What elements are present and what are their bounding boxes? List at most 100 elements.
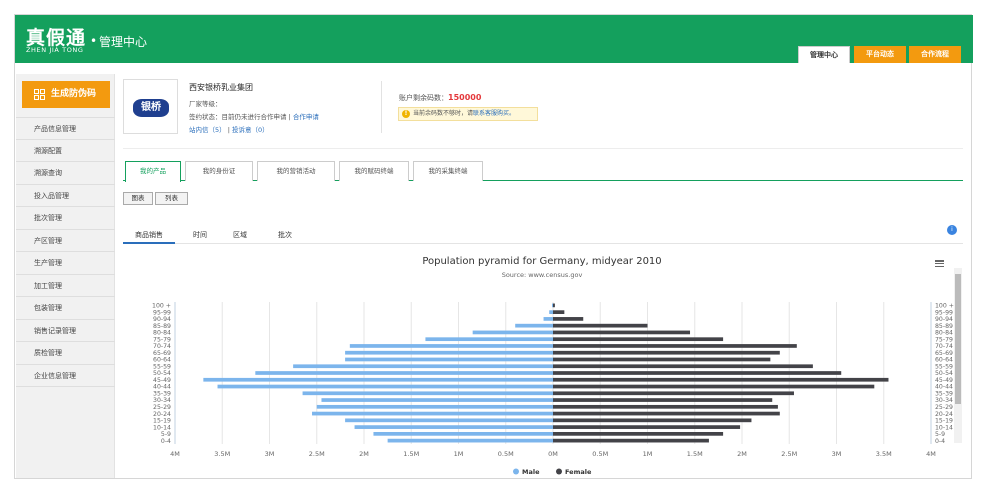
y-tick-label-right: 65-69 <box>935 350 953 357</box>
apply-cooperation-link[interactable]: 合作申请 <box>293 113 319 121</box>
subtab-batch[interactable]: 批次 <box>278 230 292 240</box>
sidebar-item-quality[interactable]: 质检管理 <box>16 342 115 365</box>
bar-female <box>553 411 780 416</box>
top-tab-news[interactable]: 平台动态 <box>854 46 906 63</box>
bar-female <box>553 350 780 355</box>
low-balance-warning: ! 当前余码数不够时，请联系客服购买。 <box>398 107 538 121</box>
x-tick-label: 2M <box>359 450 369 458</box>
bar-male <box>373 431 553 436</box>
bar-male <box>312 411 553 416</box>
chart-container: Population pyramid for Germany, midyear … <box>119 251 965 477</box>
grid-icon <box>34 89 45 100</box>
view-table-button[interactable]: 列表 <box>155 192 188 205</box>
view-chart-button[interactable]: 图表 <box>123 192 153 205</box>
x-tick-label: 2M <box>737 450 747 458</box>
bar-female <box>553 323 648 328</box>
legend-label-female: Female <box>565 468 592 476</box>
y-tick-label-right: 50-54 <box>935 370 953 377</box>
subtab-region[interactable]: 区域 <box>233 230 247 240</box>
sidebar-item-trace-config[interactable]: 溯源配置 <box>16 140 115 162</box>
y-tick-label-left: 60-64 <box>153 357 171 364</box>
y-tick-label-left: 30-34 <box>153 397 171 404</box>
balance-value: 150000 <box>448 93 482 102</box>
active-subtab-indicator <box>123 242 175 244</box>
top-tab-management[interactable]: 管理中心 <box>798 46 850 63</box>
info-icon[interactable]: i <box>947 225 957 235</box>
tab-my-id[interactable]: 我的身份证 <box>185 161 253 181</box>
bar-female <box>553 330 691 335</box>
sidebar-item-inputs[interactable]: 投入品管理 <box>16 185 115 207</box>
tab-my-products[interactable]: 我的产品 <box>125 161 181 182</box>
bar-female <box>553 357 771 362</box>
balance-line: 账户剩余码数：150000 <box>399 93 481 103</box>
y-tick-label-right: 40-44 <box>935 384 953 391</box>
sidebar-item-region[interactable]: 产区管理 <box>16 230 115 252</box>
sidebar-item-sales-records[interactable]: 销售记录管理 <box>16 320 115 342</box>
x-tick-label: 3M <box>265 450 275 458</box>
logo-center-title: 管理中心 <box>99 35 148 49</box>
y-tick-label-left: 50-54 <box>153 370 171 377</box>
bar-female <box>553 317 584 321</box>
sidebar-item-trace-query[interactable]: 溯源查询 <box>16 162 115 185</box>
sidebar-item-company-info[interactable]: 企业信息管理 <box>16 365 115 387</box>
y-tick-label-left: 70-74 <box>153 343 171 350</box>
y-tick-label-right: 95-99 <box>935 309 953 316</box>
tab-my-collection-terminal[interactable]: 我的采集终端 <box>413 161 483 181</box>
header: 真假通 ZHEN JIA TONG • 管理中心 管理中心 平台动态 合作流程 <box>15 15 973 63</box>
y-tick-label-right: 45-49 <box>935 377 953 384</box>
y-tick-label-right: 0-4 <box>935 438 945 445</box>
x-tick-label: 0.5M <box>592 450 608 458</box>
bar-male <box>217 384 553 389</box>
top-tab-cooperation[interactable]: 合作流程 <box>909 46 961 63</box>
bar-male <box>316 404 553 409</box>
sidebar-item-packaging[interactable]: 包装管理 <box>16 297 115 320</box>
y-tick-label-right: 90-94 <box>935 316 953 323</box>
y-tick-label-left: 0-4 <box>161 438 171 445</box>
sidebar-item-product-info[interactable]: 产品信息管理 <box>16 117 115 140</box>
company-links-line: 站内信（5） | 投诉意（0） <box>189 124 269 134</box>
sidebar-item-processing[interactable]: 加工管理 <box>16 275 115 297</box>
x-tick-label: 3.5M <box>214 450 230 458</box>
x-tick-label: 4M <box>170 450 180 458</box>
y-tick-label-left: 35-39 <box>153 390 171 397</box>
company-status: 签约状态：目前仍未进行合作申请 <box>189 113 287 121</box>
y-tick-label-right: 15-19 <box>935 418 953 425</box>
tab-my-marketing[interactable]: 我的营销活动 <box>257 161 335 181</box>
inbox-link[interactable]: 站内信（5） <box>189 126 226 134</box>
bar-female <box>553 371 842 375</box>
info-divider <box>381 81 382 133</box>
bar-male <box>552 303 553 308</box>
sidebar-item-production[interactable]: 生产管理 <box>16 252 115 275</box>
company-name: 西安银桥乳业集团 <box>189 83 253 92</box>
tab-my-coding-terminal[interactable]: 我的赋码终端 <box>339 161 409 181</box>
subtab-time[interactable]: 时间 <box>193 230 207 240</box>
company-logo-mark: 银桥 <box>133 99 169 117</box>
y-tick-label-left: 25-29 <box>153 404 171 411</box>
bar-female <box>553 438 709 443</box>
legend-marker-female <box>556 468 562 475</box>
y-tick-label-left: 85-89 <box>153 323 171 330</box>
status-separator: | <box>288 113 291 121</box>
generate-code-button[interactable]: 生成防伪码 <box>22 81 110 108</box>
bar-female <box>553 364 813 369</box>
contact-service-link[interactable]: 联系客服购买。 <box>473 110 515 117</box>
bar-female <box>553 344 797 348</box>
subtab-product-sales[interactable]: 商品销售 <box>135 230 163 240</box>
y-tick-label-right: 10-14 <box>935 424 953 431</box>
warning-icon: ! <box>402 110 410 118</box>
section-divider <box>123 148 963 149</box>
bar-male <box>549 310 553 315</box>
x-tick-label: 1.5M <box>403 450 419 458</box>
y-tick-label-right: 70-74 <box>935 343 953 350</box>
x-tick-label: 0M <box>548 450 558 458</box>
app-frame: 真假通 ZHEN JIA TONG • 管理中心 管理中心 平台动态 合作流程 … <box>14 14 973 479</box>
links-separator: | <box>227 126 230 134</box>
y-tick-label-right: 85-89 <box>935 323 953 330</box>
y-tick-label-right: 55-59 <box>935 363 953 370</box>
complaint-link[interactable]: 投诉意（0） <box>232 126 269 134</box>
y-tick-label-right: 35-39 <box>935 390 953 397</box>
company-level: 厂家等级： <box>189 100 222 108</box>
sidebar-item-batch[interactable]: 批次管理 <box>16 207 115 230</box>
bar-male <box>354 425 553 429</box>
bar-male <box>543 317 553 321</box>
